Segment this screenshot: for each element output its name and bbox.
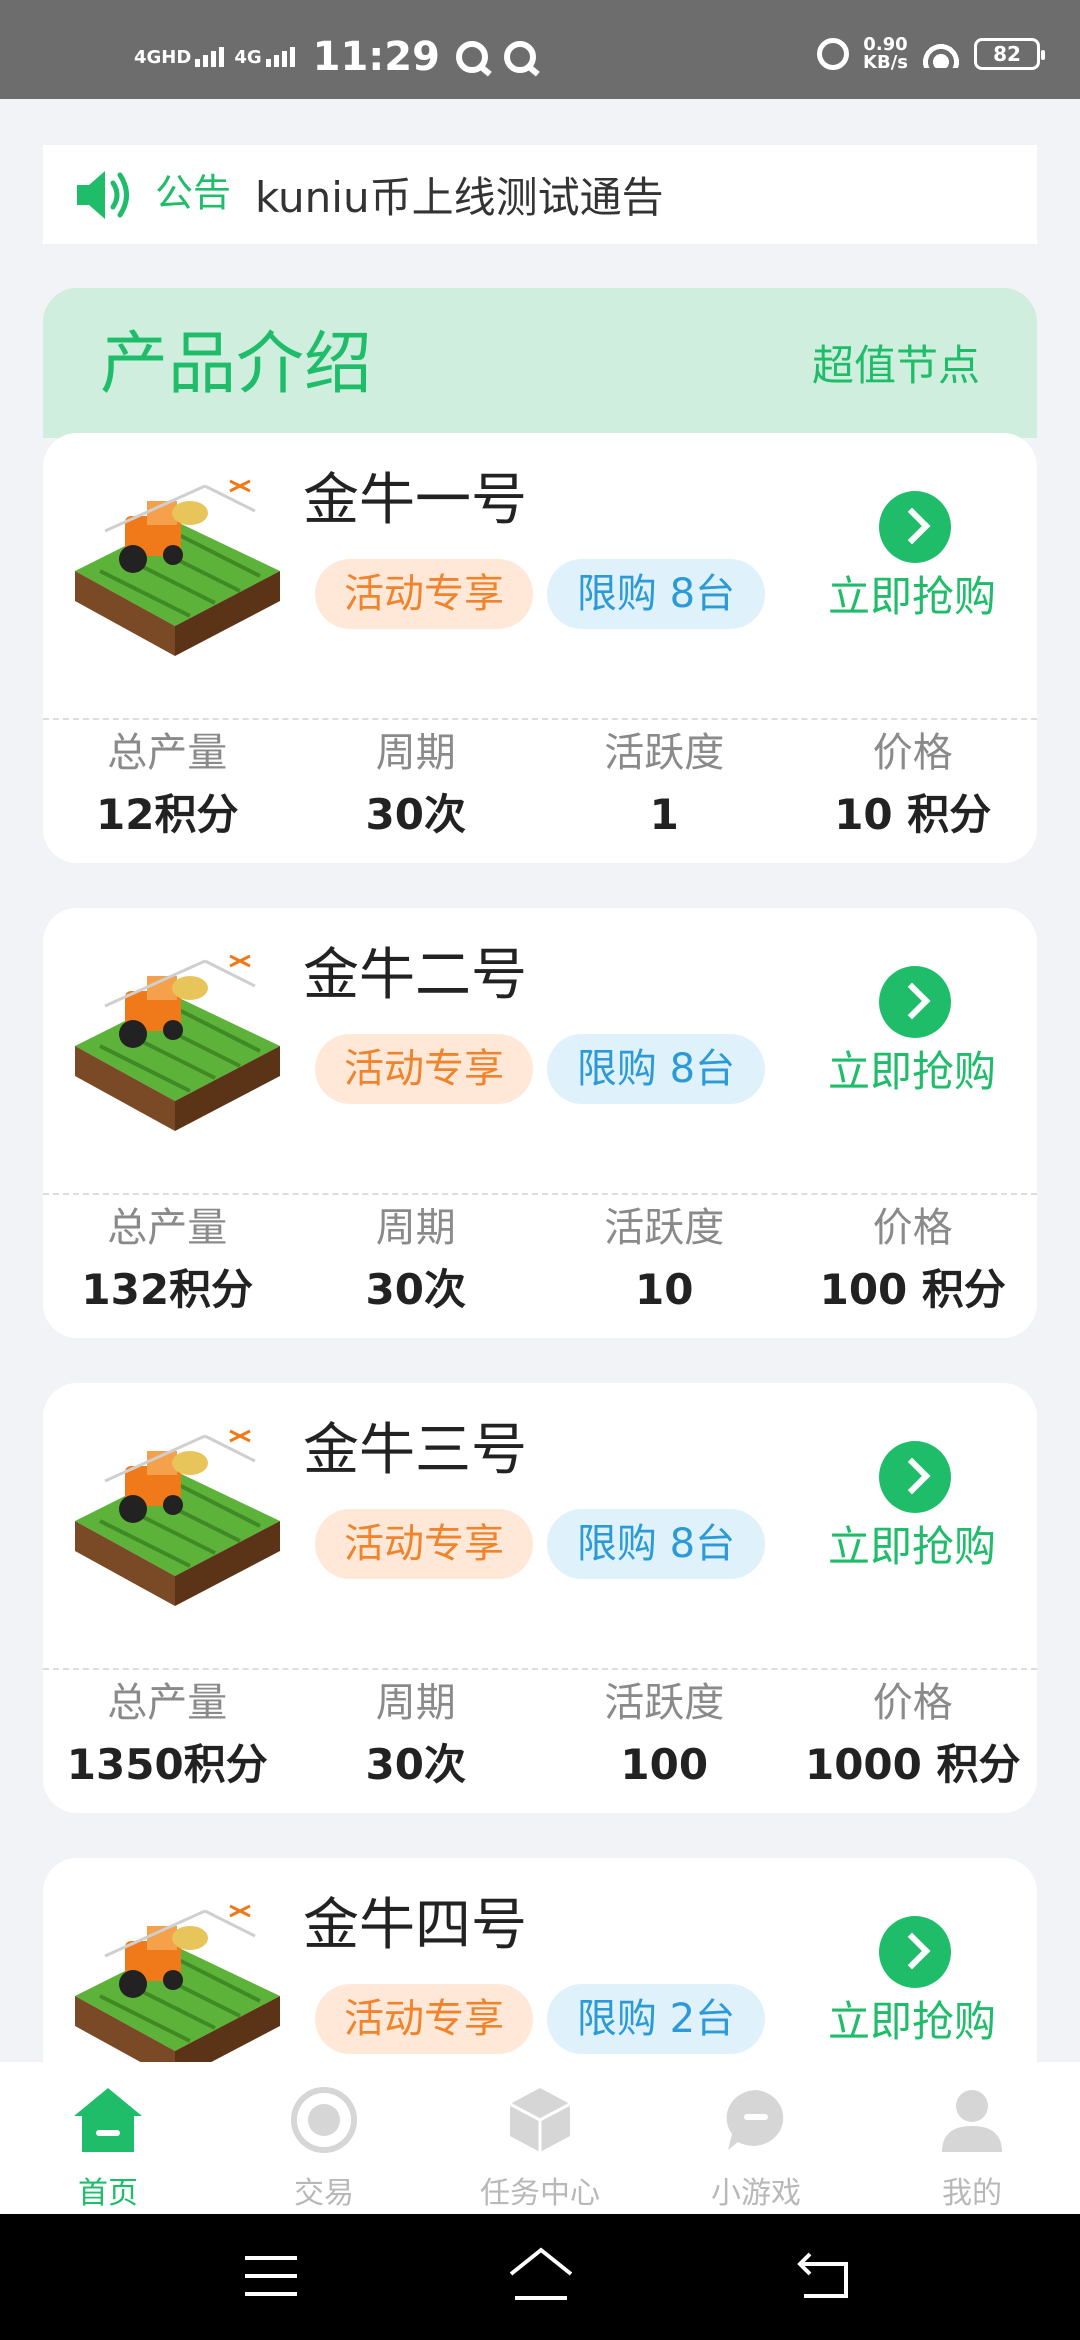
notification-icon	[503, 41, 536, 73]
network-speed: 0.90 KB/s	[863, 36, 908, 72]
chevron-right-icon[interactable]	[879, 1441, 951, 1513]
stat-label-total-output: 总产量	[107, 1680, 228, 1726]
announcement-label: 公告	[155, 171, 232, 215]
buy-now-button[interactable]: 立即抢购	[828, 563, 996, 624]
signal-icon-2: 4G	[234, 47, 295, 68]
bottom-tab-bar: 首页 交易 任务中心 小游戏 我的	[0, 2062, 1080, 2214]
game-icon	[726, 2090, 784, 2150]
back-icon[interactable]	[796, 2250, 852, 2300]
speaker-icon	[77, 170, 129, 219]
speed-unit: KB/s	[863, 52, 908, 73]
stat-label-price: 价格	[872, 1680, 953, 1726]
stat-label-total-output: 总产量	[107, 1205, 228, 1251]
stat-value-total-output: 132积分	[81, 1265, 254, 1314]
network-type-2: 4G	[234, 47, 262, 68]
stat-value-total-output: 1350积分	[66, 1740, 268, 1789]
activity-tag: 活动专享	[315, 559, 533, 629]
stat-value-total-output: 12积分	[96, 790, 239, 839]
task-center-icon	[509, 2088, 571, 2152]
system-navigation-bar	[0, 2214, 1080, 2340]
product-intro-header: 产品介绍 超值节点	[43, 288, 1037, 438]
stat-value-activity: 100	[620, 1740, 709, 1789]
product-card: 金牛二号 活动专享 限购 8台 立即抢购 总产量 132积分 周期 30次 活跃度 1…	[43, 908, 1037, 1338]
tab-label: 我的	[942, 2176, 1002, 2211]
purchase-limit-tag: 限购 2台	[547, 1984, 765, 2054]
purchase-limit-tag: 限购 8台	[547, 1509, 765, 1579]
product-stats: 总产量 1350积分 周期 30次 活跃度 100 价格 1000 积分	[43, 1673, 1037, 1797]
purchase-limit-tag: 限购 8台	[547, 559, 765, 629]
tab-trade[interactable]: 交易	[216, 2062, 432, 2214]
status-bar: 4GHD 4G 11:29 0.90 KB/s 82	[0, 0, 1080, 99]
activity-tag: 活动专享	[315, 1034, 533, 1104]
product-name: 金牛一号	[303, 468, 527, 533]
announcement-text[interactable]: kuniu币上线测试通告	[255, 164, 664, 225]
stat-label-activity: 活跃度	[604, 730, 725, 776]
home-icon	[74, 2088, 142, 2152]
stat-label-cycle: 周期	[375, 1205, 456, 1251]
signal-icon: 4GHD	[134, 47, 225, 68]
best-value-nodes-link[interactable]: 超值节点	[812, 332, 980, 393]
network-type-1: 4GHD	[134, 47, 192, 68]
purchase-limit-tag: 限购 8台	[547, 1034, 765, 1104]
stat-value-cycle: 30次	[365, 1265, 466, 1314]
farm-tractor-image	[75, 479, 280, 656]
buy-now-button[interactable]: 立即抢购	[828, 1513, 996, 1574]
stat-value-price: 10 积分	[834, 790, 992, 839]
stat-value-activity: 10	[635, 1265, 694, 1314]
buy-now-button[interactable]: 立即抢购	[828, 1988, 996, 2049]
alarm-icon	[817, 38, 850, 70]
product-card: 金牛一号 活动专享 限购 8台 立即抢购 总产量 12积分 周期 30次 活跃度 1 …	[43, 433, 1037, 863]
stat-label-cycle: 周期	[375, 730, 456, 776]
product-stats: 总产量 12积分 周期 30次 活跃度 1 价格 10 积分	[43, 723, 1037, 847]
battery-level: 82	[993, 42, 1021, 66]
divider	[43, 718, 1037, 720]
section-title: 产品介绍	[100, 325, 373, 404]
home-nav-icon[interactable]	[505, 2244, 577, 2304]
product-card: 金牛三号 活动专享 限购 8台 立即抢购 总产量 1350积分 周期 30次 活跃度…	[43, 1383, 1037, 1813]
stat-label-activity: 活跃度	[604, 1205, 725, 1251]
wifi-icon	[922, 40, 960, 68]
stat-label-price: 价格	[872, 730, 953, 776]
stat-value-price: 100 积分	[819, 1265, 1006, 1314]
product-name: 金牛三号	[303, 1418, 527, 1483]
announcement-bar[interactable]: 公告 kuniu币上线测试通告	[43, 145, 1037, 244]
divider	[43, 1193, 1037, 1195]
product-name: 金牛二号	[303, 943, 527, 1008]
activity-tag: 活动专享	[315, 1509, 533, 1579]
stat-value-activity: 1	[649, 790, 679, 839]
divider	[43, 1668, 1037, 1670]
menu-icon[interactable]	[245, 2256, 297, 2296]
tab-label: 任务中心	[480, 2176, 600, 2211]
activity-tag: 活动专享	[315, 1984, 533, 2054]
stat-value-cycle: 30次	[365, 790, 466, 839]
tab-mini-games[interactable]: 小游戏	[648, 2062, 864, 2214]
stat-label-price: 价格	[872, 1205, 953, 1251]
notification-icon	[455, 41, 488, 73]
chevron-right-icon[interactable]	[879, 966, 951, 1038]
stat-label-total-output: 总产量	[107, 730, 228, 776]
tab-home[interactable]: 首页	[0, 2062, 216, 2214]
tab-profile[interactable]: 我的	[864, 2062, 1080, 2214]
chevron-right-icon[interactable]	[879, 491, 951, 563]
trade-icon	[291, 2087, 357, 2153]
tab-task-center[interactable]: 任务中心	[432, 2062, 648, 2214]
product-name: 金牛四号	[303, 1893, 527, 1958]
buy-now-button[interactable]: 立即抢购	[828, 1038, 996, 1099]
stat-value-price: 1000 积分	[804, 1740, 1021, 1789]
clock: 11:29	[312, 34, 440, 80]
product-stats: 总产量 132积分 周期 30次 活跃度 10 价格 100 积分	[43, 1198, 1037, 1322]
tab-label: 交易	[294, 2176, 354, 2211]
stat-label-activity: 活跃度	[604, 1680, 725, 1726]
tab-label: 小游戏	[711, 2176, 801, 2211]
stat-label-cycle: 周期	[375, 1680, 456, 1726]
farm-tractor-image	[75, 1429, 280, 1606]
chevron-right-icon[interactable]	[879, 1916, 951, 1988]
battery-icon: 82	[974, 38, 1045, 70]
stat-value-cycle: 30次	[365, 1740, 466, 1789]
profile-icon	[942, 2090, 1002, 2152]
farm-tractor-image	[75, 954, 280, 1131]
tab-label: 首页	[78, 2176, 138, 2211]
